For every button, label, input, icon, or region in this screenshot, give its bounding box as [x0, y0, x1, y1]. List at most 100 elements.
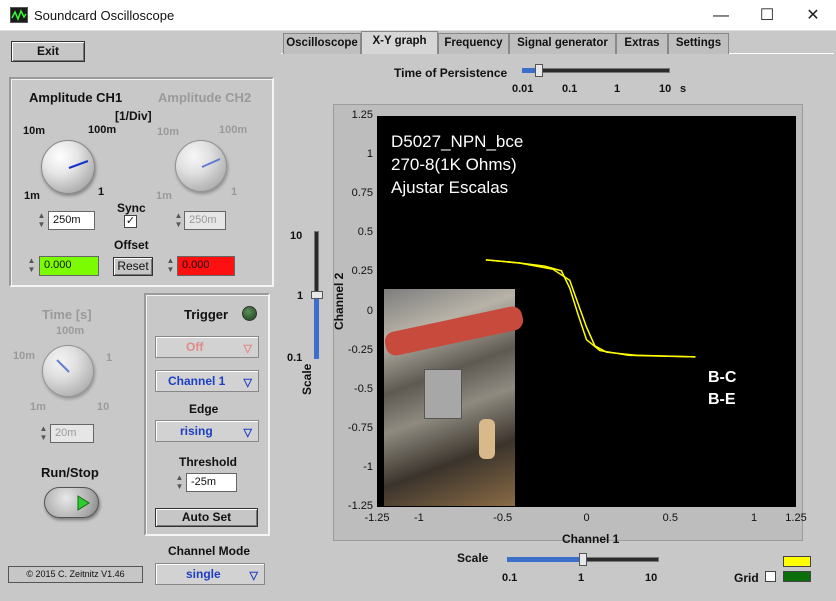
chevron-down-icon: ▽	[243, 343, 252, 355]
hscale-slider-thumb[interactable]	[579, 553, 587, 566]
tab-settings[interactable]: Settings	[668, 33, 729, 54]
trigger-edge-value: rising	[180, 424, 213, 438]
ch1-tick-100m: 100m	[88, 124, 117, 136]
time-title: Time [s]	[42, 307, 92, 322]
app-icon	[10, 7, 28, 23]
channel-mode-dropdown[interactable]: single ▽	[155, 563, 265, 585]
threshold-spinner[interactable]: ▲ ▼	[174, 473, 185, 492]
trigger-edge-dropdown[interactable]: rising ▽	[155, 420, 259, 442]
vscale-slider[interactable]	[310, 228, 324, 363]
channel-mode-value: single	[186, 567, 221, 581]
persistence-tick-2: 1	[614, 83, 621, 95]
bc-color-swatch[interactable]	[783, 556, 811, 567]
offset-label: Offset	[114, 238, 149, 252]
threshold-field[interactable]: -25m	[186, 473, 237, 492]
ch1-offset-field[interactable]: 0.000	[39, 256, 99, 276]
ch1-amplitude-field[interactable]: 250m	[48, 211, 95, 230]
edge-label: Edge	[189, 402, 219, 416]
time-tick-10: 10	[97, 401, 110, 413]
time-tick-100m: 100m	[56, 325, 85, 337]
x-tick-label: 0	[583, 512, 590, 524]
hscale-slider[interactable]	[503, 553, 663, 567]
x-tick-label: 1	[751, 512, 758, 524]
legend-bc: B-C	[708, 369, 737, 386]
trigger-title: Trigger	[184, 307, 229, 322]
ch2-amplitude-field[interactable]: 250m	[184, 211, 226, 230]
ch2-offset-field[interactable]: 0.000	[177, 256, 235, 276]
close-button[interactable]: ✕	[790, 0, 836, 31]
tab-signal-generator[interactable]: Signal generator	[509, 33, 616, 54]
x-axis-ticks: -1.25 -1 -0.5 0 0.5 1 1.25	[364, 512, 810, 528]
plot-annotation: D5027_NPN_bce 270-8(1K Ohms) Ajustar Esc…	[391, 130, 523, 199]
ch2-amplitude-knob[interactable]	[175, 140, 227, 192]
persistence-tick-1: 0.1	[562, 83, 578, 95]
sync-label: Sync	[117, 201, 146, 215]
chevron-down-icon: ▽	[243, 377, 252, 389]
x-tick-label: 1.25	[785, 512, 807, 524]
ch2-offset-spinner[interactable]: ▲ ▼	[165, 256, 176, 276]
vscale-label: Scale	[300, 363, 314, 395]
run-stop-button[interactable]	[44, 487, 99, 518]
threshold-label: Threshold	[179, 455, 238, 469]
time-field[interactable]: 20m	[50, 424, 94, 443]
offset-reset-button[interactable]: Reset	[113, 257, 153, 276]
time-knob[interactable]	[42, 345, 94, 397]
y-tick-label: 0.25	[351, 265, 373, 278]
grid-checkbox[interactable]	[765, 571, 776, 582]
tab-oscilloscope[interactable]: Oscilloscope	[283, 33, 361, 54]
ch1-title: Amplitude CH1	[29, 90, 123, 105]
y-tick-label: -0.25	[347, 343, 373, 356]
ch2-amplitude-spinner[interactable]: ▲ ▼	[173, 211, 184, 230]
trigger-channel-value: Channel 1	[168, 374, 226, 388]
y-axis-ticks: 1.25 1 0.75 0.5 0.25 0 -0.25 -0.5 -0.75 -1 -1.25	[333, 108, 375, 513]
y-tick-label: 0.5	[357, 226, 373, 239]
y-tick-label: 0.75	[351, 187, 373, 200]
trigger-channel-dropdown[interactable]: Channel 1 ▽	[155, 370, 259, 392]
xy-plot-area[interactable]: D5027_NPN_bce 270-8(1K Ohms) Ajustar Esc…	[377, 116, 796, 507]
vscale-tick-1: 1	[297, 290, 304, 302]
annotation-line-1: D5027_NPN_bce	[391, 132, 524, 151]
hscale-label: Scale	[457, 551, 489, 565]
y-tick-label: 1	[366, 148, 373, 161]
ch1-amplitude-spinner[interactable]: ▲ ▼	[36, 211, 47, 230]
persistence-tick-3: 10	[659, 83, 672, 95]
tab-frequency[interactable]: Frequency	[438, 33, 509, 54]
ch1-offset-spinner[interactable]: ▲ ▼	[26, 256, 37, 276]
vscale-tick-2: 0.1	[287, 352, 303, 364]
x-tick-label: 0.5	[662, 512, 678, 524]
tab-xy-graph[interactable]: X-Y graph	[361, 31, 438, 54]
auto-set-button[interactable]: Auto Set	[155, 508, 258, 527]
window-title: Soundcard Oscilloscope	[34, 8, 175, 23]
hscale-tick-2: 10	[645, 572, 658, 584]
run-stop-label: Run/Stop	[41, 465, 99, 480]
persistence-unit: s	[680, 83, 687, 95]
maximize-button[interactable]: ☐	[744, 0, 790, 31]
persistence-label: Time of Persistence	[394, 66, 508, 80]
transistor-photo-image	[383, 289, 525, 506]
ch1-amplitude-knob[interactable]	[41, 140, 95, 194]
time-tick-1: 1	[106, 352, 113, 364]
exit-button[interactable]: Exit	[11, 41, 85, 62]
ch2-title: Amplitude CH2	[158, 90, 252, 105]
y-tick-label: -0.75	[347, 421, 373, 434]
ch1-tick-10m: 10m	[23, 125, 46, 137]
ch1-tick-1: 1	[98, 186, 105, 198]
vscale-slider-thumb[interactable]	[311, 291, 323, 299]
tab-extras[interactable]: Extras	[616, 33, 668, 54]
time-tick-1m: 1m	[30, 401, 46, 413]
annotation-line-2: 270-8(1K Ohms)	[391, 155, 517, 174]
plot-legend: B-C B-E	[708, 367, 736, 411]
time-spinner[interactable]: ▲ ▼	[38, 424, 49, 443]
persistence-tick-0: 0.01	[512, 83, 534, 95]
sync-checkbox[interactable]: ✓	[124, 215, 137, 228]
be-color-swatch[interactable]	[783, 571, 811, 582]
trigger-mode-dropdown[interactable]: Off ▽	[155, 336, 259, 358]
grid-label: Grid	[734, 571, 759, 585]
hscale-tick-1: 1	[578, 572, 585, 584]
ch2-tick-10m: 10m	[157, 126, 180, 138]
persistence-slider[interactable]	[518, 64, 676, 78]
minimize-button[interactable]: —	[698, 0, 744, 31]
ch2-tick-1: 1	[231, 186, 238, 198]
y-tick-label: 0	[366, 304, 373, 317]
persistence-slider-thumb[interactable]	[535, 64, 543, 77]
